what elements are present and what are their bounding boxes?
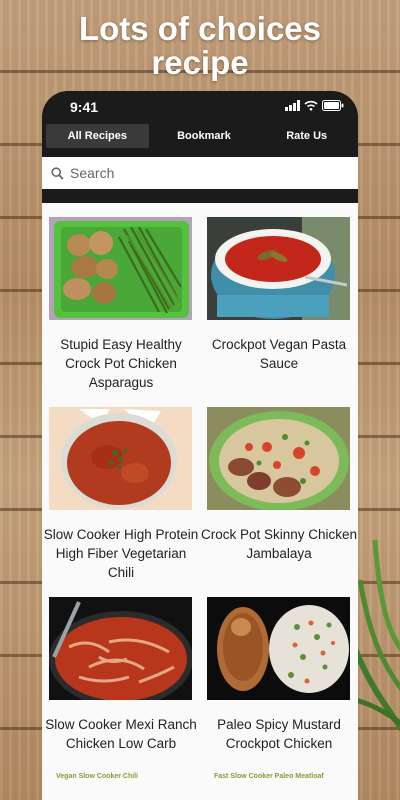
tab-label: Rate Us <box>286 130 328 142</box>
recipe-card[interactable]: Slow Cooker Mexi Ranch Chicken Low Carb <box>42 597 200 787</box>
recipe-image-mustard-chicken <box>207 597 350 700</box>
recipe-card[interactable]: Stupid Easy Healthy Crock Pot Chicken As… <box>42 217 200 407</box>
search-input[interactable] <box>68 164 332 182</box>
recipe-image-jambalaya <box>207 407 350 510</box>
tab-bookmark[interactable]: Bookmark <box>153 121 256 151</box>
recipe-title: Slow Cooker Mexi Ranch Chicken Low Carb <box>45 717 197 751</box>
status-time: 9:41 <box>70 99 99 115</box>
recipe-title: Paleo Spicy Mustard Crockpot Chicken <box>217 717 341 751</box>
tab-all-recipes[interactable]: All Recipes <box>46 124 149 148</box>
recipe-title: Crockpot Vegan Pasta Sauce <box>211 337 347 371</box>
recipe-card[interactable]: Paleo Spicy Mustard Crockpot Chicken <box>200 597 358 787</box>
recipe-image-chicken-asparagus <box>49 217 192 320</box>
recipe-peek-right-title: Fast Slow Cooker Paleo Meatloaf <box>214 773 324 780</box>
recipe-title: Stupid Easy Healthy Crock Pot Chicken As… <box>60 337 182 390</box>
wifi-icon <box>304 100 318 111</box>
tab-rate-us[interactable]: Rate Us <box>255 121 358 151</box>
recipe-card[interactable]: Crock Pot Skinny Chicken Jambalaya <box>200 407 358 597</box>
recipe-card[interactable]: Slow Cooker High Protein High Fiber Vege… <box>42 407 200 597</box>
search-icon <box>46 166 68 180</box>
status-bar: 9:41 <box>42 91 358 121</box>
recipe-image-mexi-ranch-chicken <box>49 597 192 700</box>
recipe-image-vegetarian-chili <box>49 407 192 510</box>
headline-line-1: Lots of choices <box>78 10 322 47</box>
recipe-peek-left-title: Vegan Slow Cooker Chili <box>56 773 139 780</box>
battery-icon <box>322 100 344 111</box>
tab-label: Bookmark <box>177 130 231 142</box>
tab-bar: All Recipes Bookmark Rate Us <box>42 121 358 151</box>
recipe-list: Stupid Easy Healthy Crock Pot Chicken As… <box>42 203 358 800</box>
search-bar <box>42 157 358 189</box>
headline-line-2: recipe <box>151 44 249 81</box>
recipe-title: Slow Cooker High Protein High Fiber Vege… <box>43 527 199 580</box>
recipe-card[interactable]: Crockpot Vegan Pasta Sauce <box>200 217 358 407</box>
cellular-signal-icon <box>285 100 300 111</box>
recipe-title: Crock Pot Skinny Chicken Jambalaya <box>200 527 358 561</box>
status-icons <box>285 100 344 111</box>
headline: Lots of choices recipe <box>0 12 400 80</box>
tab-label: All Recipes <box>67 130 127 142</box>
phone-frame: 9:41 All Recipes Bookmark Rate Us Search… <box>42 91 358 800</box>
recipe-image-pasta-sauce-crockpot <box>207 217 350 320</box>
